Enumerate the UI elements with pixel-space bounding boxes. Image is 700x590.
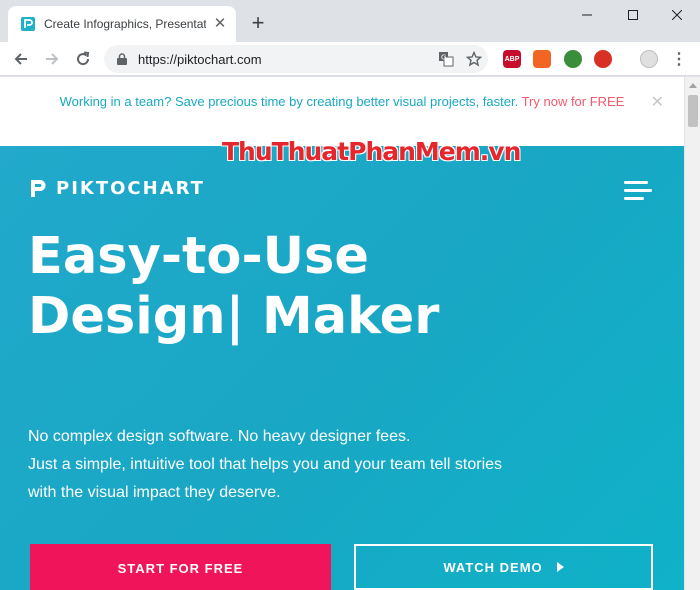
piktochart-favicon-icon <box>20 16 36 32</box>
extension-green-icon[interactable] <box>564 50 582 68</box>
lock-icon[interactable] <box>116 53 128 65</box>
start-for-free-label: START FOR FREE <box>117 560 244 576</box>
subcopy-line-1: No complex design software. No heavy des… <box>28 428 411 445</box>
svg-text:G: G <box>441 54 446 62</box>
banner-close-icon[interactable]: ✕ <box>651 92 664 113</box>
profile-avatar-icon[interactable] <box>640 50 658 68</box>
scrollbar-thumb[interactable] <box>688 95 698 127</box>
back-arrow-icon <box>14 53 27 65</box>
tab-title: Create Infographics, Presentation <box>44 17 206 31</box>
logo-text: PIKTOCHART <box>56 177 205 199</box>
hamburger-menu-icon[interactable] <box>624 181 652 203</box>
close-window-button[interactable] <box>654 0 700 30</box>
maximize-icon <box>628 10 638 20</box>
promo-banner: Working in a team? Save precious time by… <box>0 77 684 146</box>
browser-toolbar: https://piktochart.com G ABP ⋮ <box>0 42 700 76</box>
subcopy-line-2: Just a simple, intuitive tool that helps… <box>28 456 503 473</box>
vertical-scrollbar[interactable] <box>684 77 700 590</box>
subcopy-line-3: with the visual impact they deserve. <box>28 484 281 501</box>
start-for-free-button[interactable]: START FOR FREE <box>30 544 331 590</box>
forward-arrow-icon <box>46 53 59 65</box>
page-viewport: Working in a team? Save precious time by… <box>0 77 684 590</box>
maximize-button[interactable] <box>610 0 656 30</box>
forward-button[interactable] <box>40 47 64 71</box>
extension-red-icon[interactable] <box>594 50 612 68</box>
watch-demo-label: WATCH DEMO <box>443 559 543 575</box>
hero-headline: Easy-to-Use Design| Maker <box>28 227 439 347</box>
scroll-up-arrow-icon[interactable] <box>685 77 700 93</box>
hero-subcopy: No complex design software. No heavy des… <box>28 423 588 507</box>
headline-line-2: Design| Maker <box>28 287 440 346</box>
minimize-icon <box>582 14 592 16</box>
address-bar[interactable]: https://piktochart.com G <box>104 45 488 73</box>
back-button[interactable] <box>9 47 33 71</box>
play-icon <box>556 562 564 572</box>
banner-link[interactable]: Try now for FREE <box>522 94 625 109</box>
banner-text: Working in a team? Save precious time by… <box>59 94 519 109</box>
headline-line-1: Easy-to-Use <box>28 227 369 286</box>
watermark-text: ThuThuatPhanMem.vn <box>222 137 521 166</box>
piktochart-logo-icon <box>31 180 46 197</box>
new-tab-button[interactable]: + <box>246 12 270 36</box>
translate-icon[interactable]: G <box>432 45 460 73</box>
piktochart-logo[interactable]: PIKTOCHART <box>28 177 205 199</box>
watch-demo-button[interactable]: WATCH DEMO <box>354 544 653 590</box>
url-text[interactable]: https://piktochart.com <box>138 52 432 67</box>
reload-icon <box>77 51 90 66</box>
close-icon <box>672 10 682 20</box>
browser-tab[interactable]: Create Infographics, Presentation ✕ <box>8 6 236 42</box>
reload-button[interactable] <box>71 47 95 71</box>
tab-strip: Create Infographics, Presentation ✕ + <box>0 0 700 42</box>
minimize-button[interactable] <box>564 0 610 30</box>
tab-close-icon[interactable]: ✕ <box>212 16 228 32</box>
extension-orange-icon[interactable] <box>533 50 551 68</box>
adblock-plus-icon[interactable]: ABP <box>503 50 521 68</box>
bookmark-star-icon[interactable] <box>460 45 488 73</box>
browser-menu-icon[interactable]: ⋮ <box>671 50 687 68</box>
